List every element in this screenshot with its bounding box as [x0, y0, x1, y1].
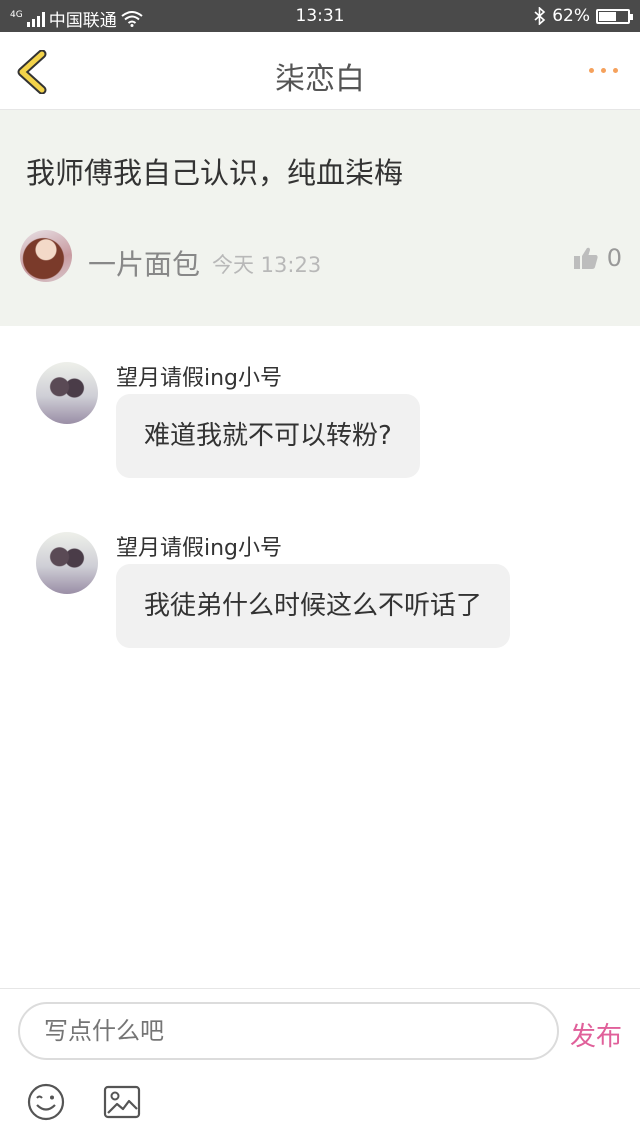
avatar[interactable] — [20, 230, 72, 282]
nav-bar: 柒恋白 — [0, 32, 640, 110]
emoji-icon — [27, 1083, 65, 1121]
battery-icon — [596, 8, 633, 24]
post-username[interactable]: 一片面包 — [88, 243, 200, 283]
image-icon — [103, 1085, 141, 1119]
post-text: 我师傅我自己认识，纯血柒梅 — [26, 156, 404, 190]
image-button[interactable] — [102, 1082, 142, 1122]
send-button[interactable]: 发布 — [570, 1016, 622, 1053]
divider — [0, 988, 640, 989]
status-right: 62% — [534, 6, 633, 26]
status-bar: 4G 中国联通 13:31 62% — [0, 0, 640, 32]
battery-level-fill — [599, 11, 617, 21]
emoji-button[interactable] — [26, 1082, 66, 1122]
post-card: 我师傅我自己认识，纯血柒梅 一片面包 今天 13:23 0 — [0, 110, 640, 326]
more-button[interactable] — [589, 68, 618, 73]
post-time: 今天 13:23 — [212, 253, 322, 277]
page-title: 柒恋白 — [275, 62, 365, 97]
bluetooth-icon — [534, 7, 546, 25]
comment-username[interactable]: 望月请假ing小号 — [116, 530, 282, 562]
comment-username[interactable]: 望月请假ing小号 — [116, 360, 282, 392]
like-button[interactable]: 0 — [573, 244, 622, 272]
like-count: 0 — [606, 244, 622, 272]
avatar[interactable] — [36, 532, 98, 594]
thumbs-up-icon — [573, 247, 598, 269]
comment-bubble[interactable]: 难道我就不可以转粉? — [116, 394, 420, 478]
comment-bubble[interactable]: 我徒弟什么时候这么不听话了 — [116, 564, 511, 648]
more-dots-icon — [589, 68, 618, 73]
comment-input[interactable] — [18, 1002, 559, 1060]
avatar[interactable] — [36, 362, 98, 424]
battery-percent: 62% — [552, 6, 590, 26]
